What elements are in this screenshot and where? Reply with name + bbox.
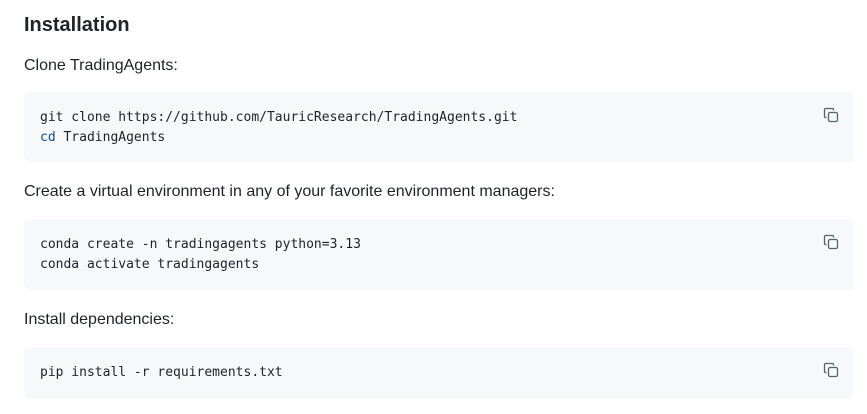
step-1-text: Clone TradingAgents: xyxy=(24,57,178,74)
copy-button[interactable] xyxy=(820,231,842,253)
copy-icon xyxy=(823,362,839,378)
code-text: git clone https://github.com/TauricResea… xyxy=(40,110,518,145)
section-heading: Installation xyxy=(24,14,130,36)
copy-icon xyxy=(823,107,839,123)
step-3-text: Install dependencies: xyxy=(24,311,175,328)
copy-icon xyxy=(823,234,839,250)
copy-button[interactable] xyxy=(820,359,842,381)
code-text: pip install -r requirements.txt xyxy=(40,365,283,380)
code-block-deps: pip install -r requirements.txt xyxy=(24,347,854,399)
code-block-venv: conda create -n tradingagents python=3.1… xyxy=(24,219,854,290)
step-2-text: Create a virtual environment in any of y… xyxy=(24,183,555,200)
code-text: conda create -n tradingagents python=3.1… xyxy=(40,237,361,272)
code-block-clone: git clone https://github.com/TauricResea… xyxy=(24,92,854,162)
copy-button[interactable] xyxy=(820,104,842,126)
